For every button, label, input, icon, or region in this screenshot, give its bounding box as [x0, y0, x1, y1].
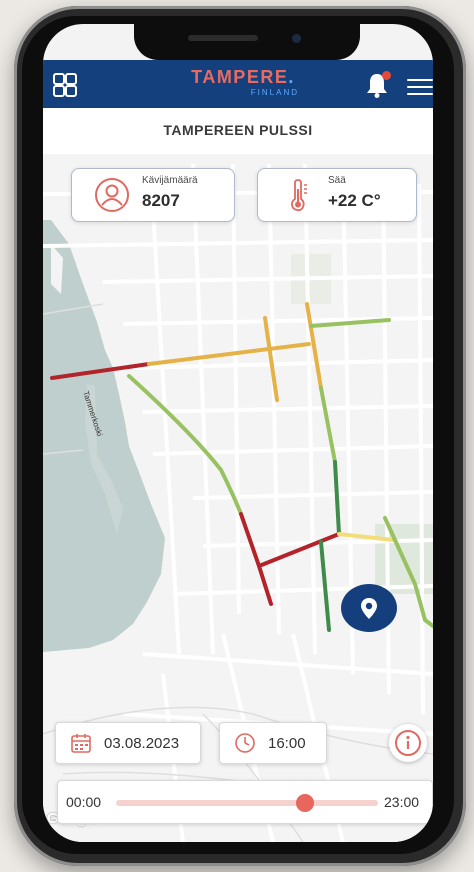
weather-label: Sää	[328, 175, 346, 186]
time-slider: 00:00 23:00	[57, 780, 433, 824]
traffic-segment-dark-green	[333, 460, 341, 536]
traffic-segment-orange	[147, 342, 311, 366]
traffic-segment-dark-green	[319, 540, 331, 632]
grid-icon[interactable]	[53, 73, 77, 97]
traffic-segment-red	[257, 564, 273, 606]
location-pin-icon	[361, 598, 377, 619]
time-picker[interactable]: 16:00	[219, 722, 327, 764]
slider-end-label: 23:00	[384, 794, 420, 810]
date-value: 03.08.2023	[104, 735, 180, 752]
date-picker[interactable]: 03.08.2023	[55, 722, 201, 764]
info-button[interactable]	[389, 724, 427, 762]
app-screen: Tammerkoski TAMPERE. FINLAND TAMPEREEN P…	[43, 24, 433, 842]
clock-icon	[235, 733, 255, 753]
phone-speaker	[188, 35, 258, 41]
location-pin-button[interactable]	[341, 584, 397, 632]
time-value: 16:00	[268, 735, 306, 752]
slider-track[interactable]	[116, 794, 378, 812]
app-header: TAMPERE. FINLAND	[43, 60, 433, 108]
page-title: TAMPEREEN PULSSI	[163, 122, 313, 138]
visitors-value: 8207	[142, 191, 180, 210]
weather-value: +22 C°	[328, 191, 381, 210]
visitors-label: Kävijämäärä	[142, 175, 198, 186]
tampere-logo[interactable]: TAMPERE. FINLAND	[183, 66, 303, 106]
slider-start-label: 00:00	[66, 794, 102, 810]
phone-camera	[292, 34, 301, 43]
menu-icon[interactable]	[407, 74, 433, 96]
calendar-icon	[71, 734, 91, 753]
info-icon	[395, 730, 421, 756]
phone-notch	[134, 24, 360, 60]
weather-card: Sää +22 C°	[257, 168, 417, 222]
bell-icon[interactable]	[365, 71, 391, 99]
slider-thumb[interactable]	[295, 794, 314, 812]
thermometer-icon	[291, 179, 307, 212]
logo-text: TAMPERE.	[191, 67, 295, 87]
user-icon	[95, 178, 129, 212]
visitors-card: Kävijämäärä 8207	[71, 168, 235, 222]
notification-badge	[382, 71, 391, 80]
traffic-segment-red	[257, 532, 341, 568]
traffic-segment-red	[239, 512, 261, 568]
logo-subtext: FINLAND	[250, 88, 299, 97]
title-bar: TAMPEREEN PULSSI	[43, 108, 433, 154]
